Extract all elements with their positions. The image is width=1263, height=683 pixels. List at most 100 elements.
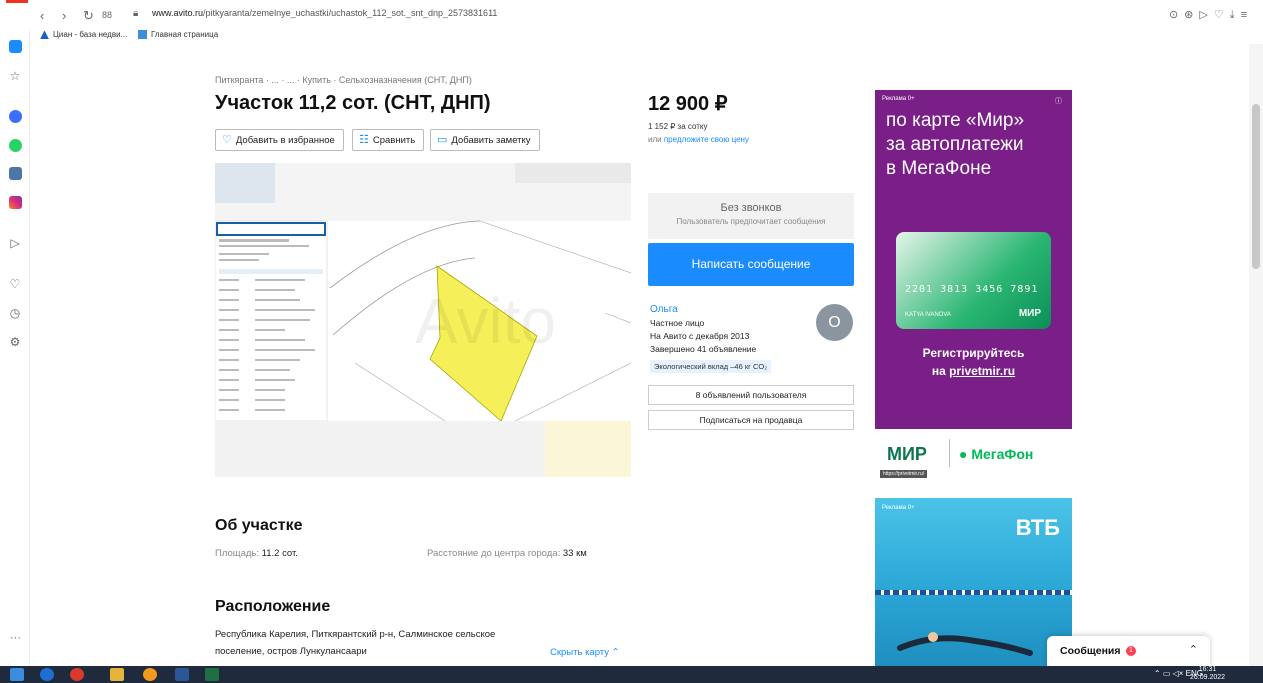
messages-label: Сообщения (1060, 645, 1121, 657)
ad-cta-link[interactable]: privetmir.ru (949, 364, 1015, 378)
offer-price-link[interactable]: предложите свою цену (664, 135, 749, 144)
distance-label: Расстояние до центра города: (427, 548, 561, 559)
area-field: Площадь: 11.2 сот. (215, 548, 298, 559)
star-icon[interactable]: ☆ (8, 69, 22, 83)
messages-widget[interactable]: Сообщения 1 ⌃ (1047, 636, 1210, 666)
listing-photo[interactable]: Avito (215, 163, 631, 477)
seller-listings-button[interactable]: 8 объявлений пользователя (648, 385, 854, 405)
bookmark-label: Циан - база недви... (53, 30, 128, 39)
add-note-label: Добавить заметку (451, 135, 531, 146)
bank-card-image: 2201 3813 3456 7891 KATYA IVANOVA МИР (896, 232, 1051, 329)
page-scrollbar[interactable] (1249, 44, 1263, 666)
no-calls-notice: Без звонков Пользователь предпочитает со… (648, 193, 854, 239)
ad-label: Реклама 0+ (882, 505, 915, 511)
clock-time: 16:31 (1198, 666, 1217, 673)
price-per-unit: 1 152 ₽ за сотку (648, 122, 708, 131)
word-icon[interactable] (175, 668, 189, 681)
card-number: 2201 3813 3456 7891 (905, 284, 1039, 295)
no-calls-subtitle: Пользователь предпочитает сообщения (676, 217, 826, 226)
url-domain: www.avito.ru (152, 8, 204, 18)
forward-icon[interactable]: › (62, 8, 66, 23)
info-icon[interactable]: ⓘ (1055, 96, 1062, 106)
page-title: Участок 11,2 сот. (СНТ, ДНП) (215, 92, 491, 114)
ad-headline-line: по карте «Мир» (886, 110, 1025, 131)
distance-value: 33 км (562, 548, 587, 559)
tabs-count[interactable]: 88 (102, 10, 112, 20)
address-bar[interactable]: www.avito.ru/pitkyaranta/zemelnye_uchast… (152, 8, 497, 18)
app-icon[interactable] (143, 668, 157, 681)
price: 12 900 ₽ (648, 93, 728, 115)
subscribe-seller-button[interactable]: Подписаться на продавца (648, 410, 854, 430)
avatar[interactable]: О (816, 304, 853, 341)
distance-field: Расстояние до центра города: 33 км (427, 548, 587, 559)
compare-button[interactable]: ☷ Сравнить (352, 129, 425, 151)
whatsapp-icon[interactable] (9, 139, 22, 152)
player-icon[interactable]: ▷ (8, 236, 22, 250)
browser-toolbar: ‹ › ↻ 88 🔒︎ www.avito.ru/pitkyaranta/zem… (0, 0, 1263, 30)
browser-actions[interactable]: ⊙⊛▷♡⤓≡ (1169, 8, 1253, 22)
active-tab-indicator (6, 0, 28, 3)
file-explorer-icon[interactable] (110, 668, 124, 681)
heart-icon: ♡ (222, 134, 232, 146)
ad-cta-prefix: на (931, 364, 950, 378)
seller-type: Частное лицо (650, 318, 705, 328)
megafon-logo: ● МегаФон (959, 446, 1034, 462)
section-title-location: Расположение (215, 598, 331, 615)
vtb-logo: ВТБ (1015, 515, 1060, 540)
history-icon[interactable]: ◷ (8, 306, 22, 320)
vk-icon[interactable] (9, 167, 22, 180)
hide-map-label: Скрыть карту (550, 647, 609, 658)
eco-badge[interactable]: Экологический вклад –46 кг CO₂ (650, 360, 772, 373)
card-brand: МИР (1018, 308, 1041, 319)
more-icon[interactable]: ··· (10, 632, 21, 644)
add-favorite-button[interactable]: ♡ Добавить в избранное (215, 129, 344, 151)
messenger-icon[interactable] (9, 110, 22, 123)
back-icon[interactable]: ‹ (40, 8, 44, 23)
address-line: Республика Карелия, Питкярантский р-н, С… (215, 629, 496, 640)
settings-icon[interactable]: ⚙ (8, 335, 22, 349)
reload-icon[interactable]: ↻ (83, 8, 94, 24)
hide-map-link[interactable]: Скрыть карту ⌃ (550, 647, 620, 658)
excel-icon[interactable] (205, 668, 219, 681)
seller-name-link[interactable]: Ольга (650, 304, 678, 315)
price-offer: или предложите свою цену (648, 135, 749, 144)
ad-cta-line: Регистрируйтесь (922, 346, 1025, 360)
area-value: 11.2 сот. (261, 548, 298, 559)
home-icon[interactable] (9, 40, 22, 53)
seller-completed: Завершено 41 объявление (650, 344, 757, 354)
compare-icon: ☷ (359, 134, 369, 146)
cian-icon (40, 30, 49, 40)
browser-sidebar: ☆ ▷ ♡ ◷ ⚙ (0, 30, 30, 666)
edge-icon[interactable] (40, 668, 54, 681)
heart-icon[interactable]: ♡ (8, 277, 22, 291)
megafon-label: МегаФон (971, 446, 1034, 462)
section-title-about: Об участке (215, 517, 303, 534)
cadastral-map-image: Avito (215, 163, 631, 477)
ad-cta: Регистрируйтесь на privetmir.ru (875, 344, 1072, 380)
clock[interactable]: 16:31 26.09.2022 (1190, 666, 1225, 682)
divider (949, 439, 950, 467)
write-message-button[interactable]: Написать сообщение (648, 243, 854, 286)
ad-banner-vtb[interactable]: Реклама 0+ ВТБ (875, 498, 1072, 666)
add-note-button[interactable]: ▭ Добавить заметку (430, 129, 540, 151)
ad-label: Реклама 0+ (882, 96, 915, 102)
ad-banner-mir[interactable]: Реклама 0+ ⓘ по карте «Мир» за автоплате… (875, 90, 1072, 484)
offer-prefix: или (648, 135, 662, 144)
seller-since: На Авито с декабря 2013 (650, 331, 750, 341)
bookmark-home[interactable]: Главная страница (138, 30, 219, 40)
avito-watermark: Avito (415, 285, 556, 357)
bookmark-cian[interactable]: Циан - база недви... (40, 30, 128, 40)
pool-lane-rope (875, 590, 1072, 595)
breadcrumb[interactable]: Питкяранта · ... · ... · Купить · Сельхо… (215, 75, 472, 85)
scrollbar-thumb[interactable] (1252, 104, 1260, 269)
ad-url[interactable]: https://privetmir.ru/ (880, 470, 928, 478)
instagram-icon[interactable] (9, 196, 22, 209)
address-line: поселение, остров Лункулансаари (215, 646, 367, 657)
opera-icon[interactable] (70, 668, 84, 681)
chevron-up-icon[interactable]: ⌃ (1189, 643, 1198, 656)
swimmer-image (897, 632, 1033, 656)
ad-headline-line: за автоплатежи (886, 134, 1024, 155)
bookmark-label: Главная страница (151, 30, 219, 39)
windows-start-icon[interactable] (10, 668, 24, 681)
no-calls-title: Без звонков (720, 202, 782, 214)
